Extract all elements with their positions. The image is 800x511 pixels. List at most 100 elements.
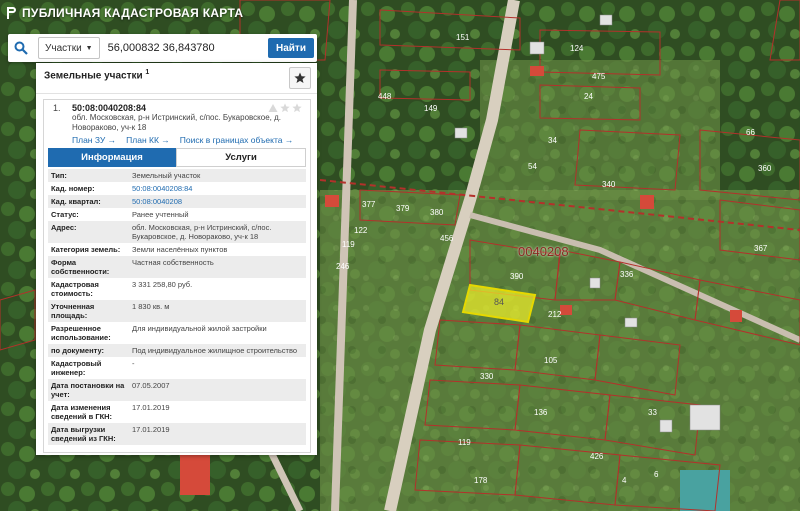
table-row: Дата постановки на учет: 07.05.2007: [48, 379, 306, 401]
parcel-number: 24: [584, 92, 593, 101]
parcel-number: 336: [620, 270, 634, 279]
table-row: Дата изменения сведений в ГКН: 17.01.2019: [48, 401, 306, 423]
parcel-number: 54: [528, 162, 537, 171]
row-value: Земельный участок: [132, 171, 201, 180]
parcel-number: 426: [590, 452, 604, 461]
favorite-button[interactable]: [289, 67, 311, 89]
app-title: ПУБЛИЧНАЯ КАДАСТРОВАЯ КАРТА: [22, 6, 244, 20]
row-value: Ранее учтенный: [132, 210, 189, 219]
search-type-label: Участки: [45, 42, 82, 54]
search-icon[interactable]: [8, 34, 34, 62]
parcel-number: 6: [654, 470, 659, 479]
result-card: 1. 50:08:0040208:84 обл. Московская, р-н…: [43, 99, 311, 453]
cad-quarter-link[interactable]: 50:08:0040208: [129, 195, 306, 208]
row-value: Под индивидуальное жилищное строительств…: [132, 346, 298, 355]
result-index: 1.: [53, 103, 61, 113]
chevron-down-icon: ▼: [85, 44, 93, 52]
star-icon[interactable]: [280, 103, 290, 113]
search-type-select[interactable]: Участки ▼: [38, 37, 100, 59]
parcel-number: 33: [648, 408, 657, 417]
panel-header: Земельные участки 1: [36, 63, 317, 94]
row-value: обл. Московская, р-н Истринский, с/пос. …: [132, 223, 272, 241]
parcel-number: 66: [746, 128, 755, 137]
parcel-number: 122: [354, 226, 368, 235]
quarter-label: 0040208: [518, 244, 569, 259]
row-value: Для индивидуальной жилой застройки: [132, 324, 267, 333]
parcel-number: 136: [534, 408, 548, 417]
parcel-number: 246: [336, 262, 350, 271]
row-value: 3 331 258,80 руб.: [132, 280, 193, 289]
parcel-number: 367: [754, 244, 768, 253]
table-row: Адрес: обл. Московская, р-н Истринский, с…: [48, 221, 306, 243]
row-value: Земли населённых пунктов: [132, 245, 228, 254]
row-label: Категория земель:: [51, 245, 121, 254]
star-icon[interactable]: [292, 103, 302, 113]
row-value: 1 830 кв. м: [132, 302, 170, 311]
table-row: Разрешенное использование: Для индивидуал…: [48, 322, 306, 344]
table-row: Кад. квартал: 50:08:0040208: [48, 195, 306, 208]
plan-kk-link[interactable]: План КК →: [126, 135, 170, 145]
search-input[interactable]: [105, 37, 260, 59]
cad-number-link[interactable]: 50:08:0040208:84: [129, 182, 306, 195]
star-icon: [294, 72, 306, 83]
parcel-number: 105: [544, 356, 558, 365]
row-label: Уточненная площадь:: [51, 302, 95, 320]
search-in-bounds-link[interactable]: Поиск в границах объекта →: [180, 135, 294, 145]
parcel-number: 475: [592, 72, 606, 81]
tab-services[interactable]: Услуги: [176, 148, 306, 167]
table-row: Статус: Ранее учтенный: [48, 208, 306, 221]
parcel-number: 124: [570, 44, 584, 53]
row-value: -: [132, 359, 135, 368]
parcel-number: 34: [548, 136, 557, 145]
search-button[interactable]: Найти: [268, 38, 314, 58]
row-value: Частная собственность: [132, 258, 214, 267]
result-tabs: Информация Услуги: [48, 148, 306, 167]
row-label: Дата выгрузки сведений из ГКН:: [51, 425, 116, 443]
app-header: ПУБЛИЧНАЯ КАДАСТРОВАЯ КАРТА: [6, 6, 243, 20]
row-label: Кадастровый инженер:: [51, 359, 102, 377]
result-address: обл. Московская, р-н Истринский, с/пос. …: [72, 113, 282, 132]
parcel-number: 151: [456, 33, 470, 42]
row-label: Разрешенное использование:: [51, 324, 111, 342]
plan-zu-link[interactable]: План ЗУ →: [72, 135, 116, 145]
table-row: Дата выгрузки сведений из ГКН: 17.01.2019: [48, 423, 306, 445]
table-row: Тип: Земельный участок: [48, 169, 306, 182]
row-label: Статус:: [51, 210, 79, 219]
table-row: Категория земель: Земли населённых пункто…: [48, 243, 306, 256]
parcel-number: 456: [440, 234, 454, 243]
parcel-number: 377: [362, 200, 376, 209]
warning-icon[interactable]: [268, 103, 278, 113]
table-row: Кадастровая стоимость: 3 331 258,80 руб.: [48, 278, 306, 300]
parcel-number: 340: [602, 180, 616, 189]
pool-area: [680, 470, 730, 511]
row-label: Форма собственности:: [51, 258, 110, 276]
table-row: Форма собственности: Частная собственност…: [48, 256, 306, 278]
parcel-number: 379: [396, 204, 410, 213]
result-cad-number[interactable]: 50:08:0040208:84: [72, 103, 146, 113]
row-label: Кад. квартал:: [51, 197, 101, 206]
table-row: Кадастровый инженер: -: [48, 357, 306, 379]
parcel-number: 212: [548, 310, 562, 319]
parcel-number: 380: [430, 208, 444, 217]
row-label: Дата постановки на учет:: [51, 381, 125, 399]
pkk-logo-icon: [7, 7, 16, 19]
result-count: 1: [145, 69, 150, 76]
result-links: План ЗУ → План КК → Поиск в границах объ…: [72, 135, 293, 145]
parcel-number: 330: [480, 372, 494, 381]
table-row: Кад. номер: 50:08:0040208:84: [48, 182, 306, 195]
row-label: Кад. номер:: [51, 184, 95, 193]
row-label: Адрес:: [51, 223, 77, 232]
selected-parcel-label: 84: [494, 297, 505, 307]
row-value: 17.01.2019: [132, 403, 170, 412]
results-panel: Земельные участки 1 1. 50:08:0040208:84 …: [36, 63, 317, 455]
tab-info[interactable]: Информация: [48, 148, 176, 167]
parcel-number: 448: [378, 92, 392, 101]
row-label: Тип:: [51, 171, 67, 180]
result-actions: [268, 103, 302, 113]
row-label: Дата изменения сведений в ГКН:: [51, 403, 113, 421]
search-bar: Участки ▼ Найти: [8, 34, 317, 62]
attributes-table: Тип: Земельный участок Кад. номер: 50:08:0…: [48, 169, 306, 445]
parcel-number: 178: [474, 476, 488, 485]
row-value: 17.01.2019: [132, 425, 170, 434]
table-row: по документу: Под индивидуальное жилищное…: [48, 344, 306, 357]
